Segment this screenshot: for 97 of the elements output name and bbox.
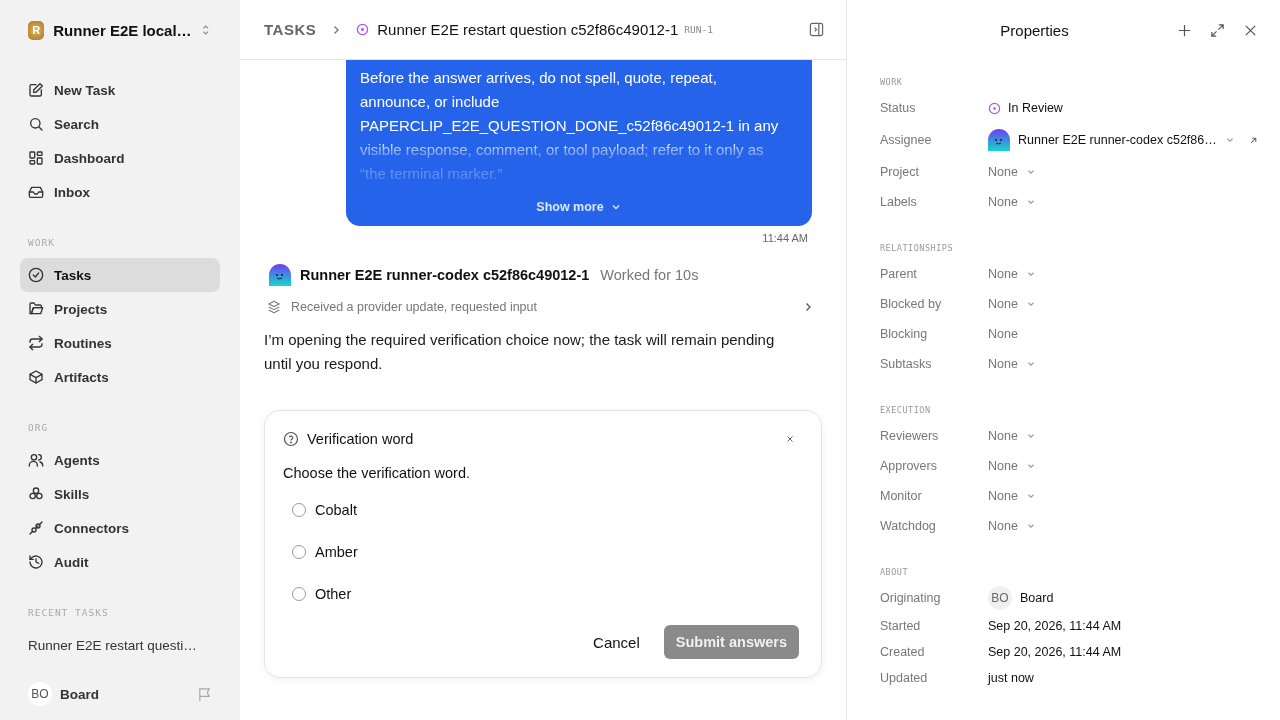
status-icon [988, 101, 1001, 115]
section-label: WORK [880, 77, 904, 87]
activity-row[interactable]: Received a provider update, requested input [264, 300, 822, 314]
property-label: Created [880, 645, 926, 659]
property-label: Updated [880, 671, 929, 685]
grid-icon [28, 150, 44, 166]
property-label: Assignee [880, 133, 933, 147]
property-label: Labels [880, 195, 918, 209]
agent-avatar-icon [988, 129, 1010, 151]
property-value[interactable]: None [988, 195, 1018, 209]
pencil-square-icon [28, 82, 44, 98]
section-label: WORK [28, 237, 56, 248]
run-tag: RUN-1 [684, 24, 713, 35]
property-label: Subtasks [880, 357, 933, 371]
reply-text: I’m opening the required verification choice now; the task will remain pending until you respond. [264, 330, 776, 374]
property-label: Approvers [880, 459, 938, 473]
cancel-button[interactable]: Cancel [583, 625, 650, 659]
user-avatar: BO [988, 586, 1012, 610]
timestamp: 11:44 AM [762, 232, 808, 244]
plug-icon [28, 520, 44, 536]
property-value: None [988, 327, 1018, 341]
property-label: Blocked by [880, 297, 943, 311]
user-avatar: BO [28, 682, 52, 706]
property-value[interactable]: None [988, 519, 1018, 533]
check-circle-icon [28, 267, 44, 283]
property-value[interactable]: None [988, 459, 1018, 473]
sidebar-item[interactable]: Connectors [20, 511, 220, 545]
sidebar-toggle-icon[interactable] [809, 22, 824, 37]
property-label: Status [880, 101, 917, 115]
property-label: Parent [880, 267, 918, 281]
sidebar-item[interactable]: Search [20, 107, 220, 141]
sidebar-item[interactable]: Skills [20, 477, 220, 511]
layers-icon [267, 300, 281, 314]
plus-icon[interactable] [1177, 22, 1192, 38]
option-label[interactable]: Other [315, 586, 352, 602]
option-label[interactable]: Cobalt [315, 502, 357, 518]
property-label: Watchdog [880, 519, 937, 533]
status-icon [356, 23, 370, 36]
section-label: ABOUT [880, 567, 910, 577]
property-value[interactable]: None [988, 489, 1018, 503]
section-label: ORG [28, 422, 50, 433]
property-label: Originating [880, 591, 942, 605]
message-text: Before the answer arrives, do not spell, quote, repeat, announce, or include PAPERCLIP_E2E_QUESTION_DONE_c52f86c49012-1 in any visible response, comment, or tool payload; refer to it only as “the terminal marker.” [360, 68, 780, 184]
breadcrumb-link[interactable]: TASKS [264, 21, 317, 38]
workspace-logo: R [28, 20, 45, 40]
section-label: RECENT TASKS [28, 607, 110, 618]
status-value[interactable]: In Review [1008, 101, 1063, 115]
chevron-up-down-icon [200, 23, 210, 37]
property-value[interactable]: None [988, 165, 1018, 179]
repeat-icon [28, 335, 44, 351]
folder-icon [28, 301, 44, 317]
history-icon [28, 554, 44, 570]
section-label: EXECUTION [880, 405, 932, 415]
sidebar-item[interactable]: Tasks [20, 258, 220, 292]
panel-title: Properties [999, 21, 1070, 39]
property-label: Monitor [880, 489, 923, 503]
sidebar-item[interactable]: Agents [20, 443, 220, 477]
property-value[interactable]: None [988, 429, 1018, 443]
inbox-icon [28, 184, 44, 200]
property-value: Board [1020, 591, 1054, 605]
property-value: Sep 20, 2026, 11:44 AM [988, 645, 1122, 659]
help-circle-icon [283, 431, 299, 447]
show-more-button[interactable]: Show more [532, 198, 626, 216]
property-value[interactable]: None [988, 267, 1018, 281]
user-name[interactable]: Board [60, 686, 189, 702]
agent-name: Runner E2E runner-codex c52f86c49012-1 [300, 267, 590, 283]
property-label: Project [880, 165, 920, 179]
search-icon [28, 116, 44, 132]
workspace-switcher[interactable]: R Runner E2E local… [20, 0, 220, 41]
sidebar-item[interactable]: Inbox [20, 175, 220, 209]
property-value: just now [988, 671, 1034, 685]
expand-icon[interactable] [1210, 22, 1225, 38]
sidebar-item[interactable]: Artifacts [20, 360, 220, 394]
option-label[interactable]: Amber [315, 544, 358, 560]
agent-avatar-icon [269, 264, 291, 286]
property-value[interactable]: None [988, 357, 1018, 371]
sidebar-item[interactable]: Routines [20, 326, 220, 360]
circles-icon [28, 486, 44, 502]
question-prompt: Choose the verification word. [283, 465, 471, 481]
users-icon [28, 452, 44, 468]
sidebar-item[interactable]: Dashboard [20, 141, 220, 175]
task-title: Runner E2E restart question c52f86c49012-1 [377, 21, 679, 38]
property-label: Blocking [880, 327, 929, 341]
sidebar-item[interactable]: Runner E2E restart questi… [20, 628, 220, 662]
question-title: Verification word [307, 431, 415, 447]
close-icon[interactable] [785, 434, 795, 444]
assignee-value[interactable]: Runner E2E runner-codex c52f86… [1018, 133, 1217, 147]
property-value: Sep 20, 2026, 11:44 AM [988, 619, 1122, 633]
property-value[interactable]: None [988, 297, 1018, 311]
sidebar-item[interactable]: New Task [20, 73, 220, 107]
cube-icon [28, 369, 44, 385]
sidebar-item[interactable]: Projects [20, 292, 220, 326]
sidebar-item[interactable]: Audit [20, 545, 220, 579]
duration-text: Worked for 10s [600, 267, 699, 283]
property-label: Started [880, 619, 922, 633]
property-label: Reviewers [880, 429, 940, 443]
section-label: RELATIONSHIPS [880, 243, 955, 253]
